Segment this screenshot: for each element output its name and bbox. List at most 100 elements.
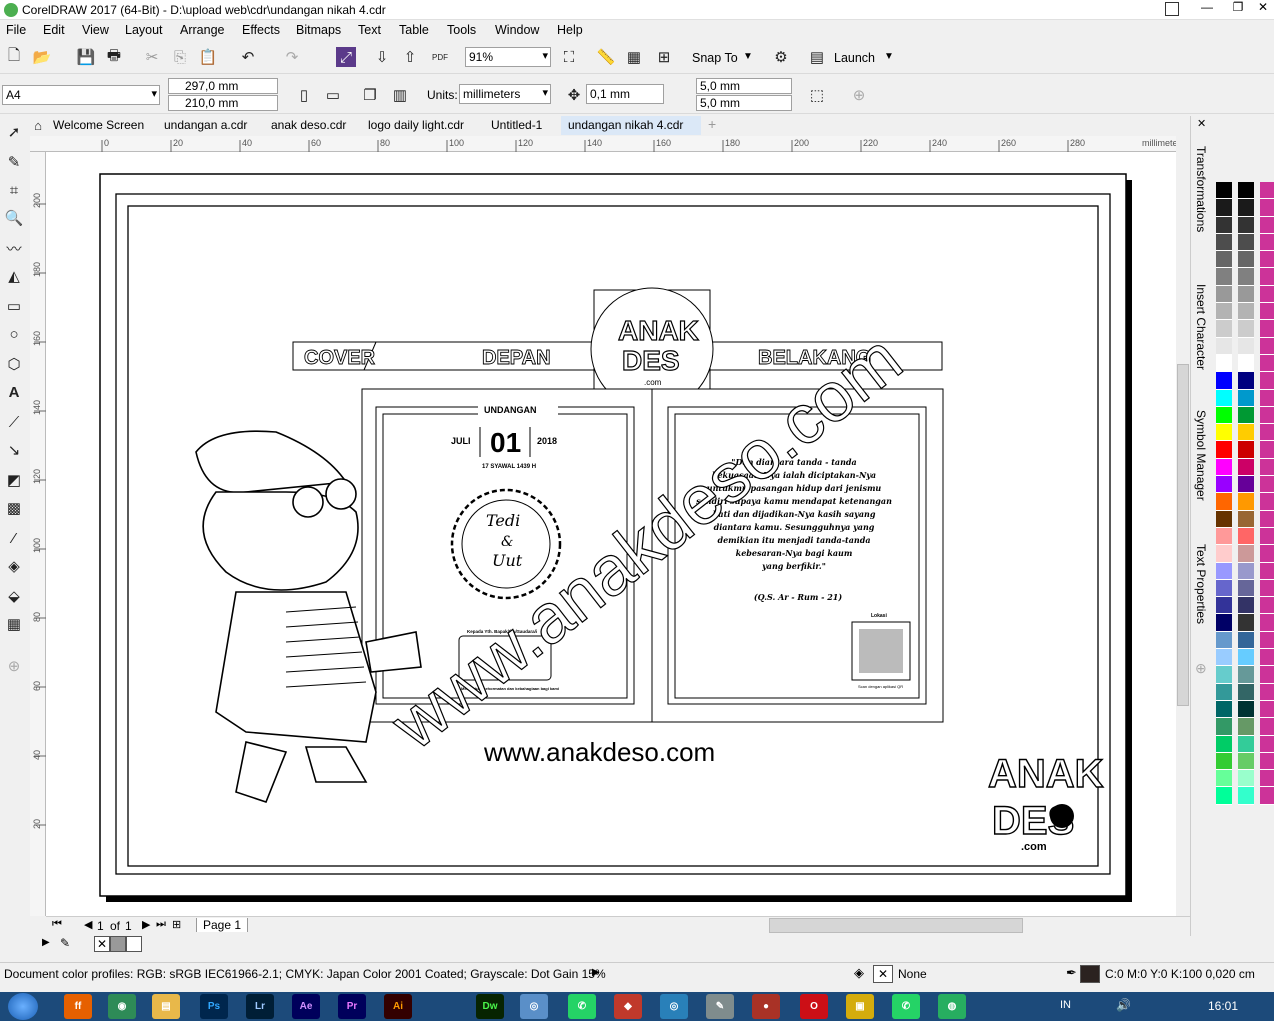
dreamweaver-icon[interactable]: Dw bbox=[476, 994, 504, 1019]
palette-swatch[interactable] bbox=[1260, 389, 1274, 407]
nudge-distance-field[interactable]: 0,1 mm bbox=[586, 84, 664, 104]
close-button[interactable]: ✕ bbox=[1253, 0, 1273, 18]
menu-effects[interactable]: Effects bbox=[242, 23, 280, 37]
palette-expand-icon[interactable]: ▶ bbox=[42, 937, 50, 948]
palette-swatch[interactable] bbox=[1238, 527, 1254, 546]
palette-swatch[interactable] bbox=[1238, 268, 1254, 286]
docker-tab-insert-character[interactable]: Insert Character bbox=[1194, 284, 1208, 394]
palette-swatch[interactable] bbox=[1238, 199, 1254, 217]
palette-swatch[interactable] bbox=[1238, 735, 1254, 753]
current-page-icon[interactable]: ▥ bbox=[390, 85, 410, 105]
polygon-tool-icon[interactable]: ⬡ bbox=[4, 354, 24, 374]
palette-swatch[interactable] bbox=[1216, 372, 1232, 390]
palette-swatch[interactable] bbox=[1216, 683, 1232, 701]
docker-close-icon[interactable]: ✕ bbox=[1197, 117, 1206, 130]
snap-chevron-down-icon[interactable]: ▼ bbox=[743, 51, 753, 62]
vertical-scrollbar[interactable] bbox=[1176, 136, 1190, 916]
page-width-field[interactable]: 297,0 mm bbox=[168, 78, 278, 94]
palette-swatch[interactable] bbox=[1216, 337, 1232, 355]
palette-swatch[interactable] bbox=[1216, 527, 1232, 546]
palette-swatch[interactable] bbox=[1260, 718, 1274, 736]
palette-swatch[interactable] bbox=[1216, 649, 1232, 667]
palette-swatch[interactable] bbox=[1216, 216, 1232, 234]
redo-icon[interactable]: ↷ bbox=[282, 47, 302, 67]
explorer-icon[interactable]: ▤ bbox=[152, 994, 180, 1019]
illustrator-icon[interactable]: Ai bbox=[384, 994, 412, 1019]
palette-swatch[interactable] bbox=[1216, 752, 1232, 771]
drawing-canvas[interactable]: COVER DEPAN BELAKANG ANAK DES .com UNDAN… bbox=[46, 152, 1176, 916]
gray-swatch[interactable] bbox=[110, 936, 126, 952]
white-swatch[interactable] bbox=[126, 936, 142, 952]
menu-table[interactable]: Table bbox=[399, 23, 429, 37]
palette-swatch[interactable] bbox=[1238, 354, 1254, 373]
menu-edit[interactable]: Edit bbox=[43, 23, 65, 37]
palette-swatch[interactable] bbox=[1260, 735, 1274, 753]
whatsapp-2-icon[interactable]: ✆ bbox=[892, 994, 920, 1019]
rectangle-tool-icon[interactable]: ▭ bbox=[4, 296, 24, 316]
tab-anak-deso[interactable]: anak deso.cdr bbox=[271, 116, 346, 135]
globe-icon[interactable]: ◍ bbox=[938, 994, 966, 1019]
palette-swatch[interactable] bbox=[1260, 787, 1274, 805]
first-page-icon[interactable]: ⏮ bbox=[52, 918, 62, 931]
import-icon[interactable]: ⇩ bbox=[372, 47, 392, 67]
drop-shadow-tool-icon[interactable]: ◩ bbox=[4, 470, 24, 490]
tab-welcome-screen[interactable]: Welcome Screen bbox=[53, 116, 144, 135]
prev-page-icon[interactable]: ◀ bbox=[84, 918, 92, 931]
lightroom-icon[interactable]: Lr bbox=[246, 994, 274, 1019]
export-pdf-icon[interactable]: PDF bbox=[430, 47, 450, 67]
page-height-field[interactable]: 210,0 mm bbox=[168, 95, 278, 111]
palette-swatch[interactable] bbox=[1216, 424, 1232, 442]
palette-swatch[interactable] bbox=[1238, 406, 1254, 425]
palette-swatch[interactable] bbox=[1216, 735, 1232, 753]
add-tab-icon[interactable]: + bbox=[708, 116, 716, 135]
open-icon[interactable]: 📂 bbox=[32, 47, 52, 67]
zoom-level-dropdown[interactable]: 91% bbox=[465, 47, 551, 67]
palette-swatch[interactable] bbox=[1260, 441, 1274, 459]
palette-swatch[interactable] bbox=[1260, 285, 1274, 304]
notepad-icon[interactable]: ✎ bbox=[706, 994, 734, 1019]
palette-swatch[interactable] bbox=[1260, 476, 1274, 494]
palette-swatch[interactable] bbox=[1260, 303, 1274, 321]
launch-icon[interactable]: ▤ bbox=[807, 47, 827, 67]
palette-swatch[interactable] bbox=[1238, 614, 1254, 632]
export-icon[interactable]: ⇧ bbox=[400, 47, 420, 67]
tab-undangan-a[interactable]: undangan a.cdr bbox=[164, 116, 247, 135]
palette-swatch[interactable] bbox=[1260, 510, 1274, 528]
palette-swatch[interactable] bbox=[1260, 251, 1274, 269]
vertical-ruler[interactable]: 200 180 160 140 120 100 80 60 40 20 bbox=[30, 152, 46, 916]
palette-swatch[interactable] bbox=[1216, 354, 1232, 373]
palette-swatch[interactable] bbox=[1260, 337, 1274, 355]
palette-swatch[interactable] bbox=[1238, 649, 1254, 667]
save-icon[interactable]: 💾 bbox=[76, 47, 96, 67]
palette-swatch[interactable] bbox=[1260, 406, 1274, 425]
palette-swatch[interactable] bbox=[1216, 476, 1232, 494]
whatsapp-icon[interactable]: ✆ bbox=[568, 994, 596, 1019]
folder-icon[interactable]: ▣ bbox=[846, 994, 874, 1019]
palette-swatch[interactable] bbox=[1216, 182, 1232, 200]
palette-swatch[interactable] bbox=[1260, 579, 1274, 598]
next-page-icon[interactable]: ▶ bbox=[142, 918, 150, 931]
palette-swatch[interactable] bbox=[1260, 233, 1274, 252]
user-icon[interactable] bbox=[1165, 2, 1179, 16]
last-page-icon[interactable]: ⏭ bbox=[156, 918, 166, 931]
palette-swatch[interactable] bbox=[1216, 458, 1232, 477]
menu-window[interactable]: Window bbox=[495, 23, 539, 37]
palette-swatch[interactable] bbox=[1216, 441, 1232, 459]
outline-color-swatch[interactable] bbox=[1080, 965, 1100, 983]
start-button[interactable] bbox=[8, 993, 38, 1020]
palette-swatch[interactable] bbox=[1216, 700, 1232, 719]
photoshop-icon[interactable]: Ps bbox=[200, 994, 228, 1019]
palette-swatch[interactable] bbox=[1238, 458, 1254, 477]
menu-help[interactable]: Help bbox=[557, 23, 583, 37]
parallel-dimension-tool-icon[interactable]: ⟋ bbox=[4, 412, 24, 432]
record-icon[interactable]: ● bbox=[752, 994, 780, 1019]
rulers-icon[interactable]: 📏 bbox=[596, 47, 616, 67]
zoom-tool-icon[interactable]: 🔍 bbox=[4, 208, 24, 228]
add-tool-icon[interactable]: ⊕ bbox=[4, 656, 24, 676]
app-icon-blue[interactable]: ◎ bbox=[660, 994, 688, 1019]
palette-swatch[interactable] bbox=[1260, 372, 1274, 390]
palette-swatch[interactable] bbox=[1260, 182, 1274, 200]
ellipse-tool-icon[interactable]: ○ bbox=[4, 324, 24, 344]
portrait-icon[interactable]: ▯ bbox=[294, 85, 314, 105]
units-dropdown[interactable]: millimeters bbox=[459, 84, 551, 104]
